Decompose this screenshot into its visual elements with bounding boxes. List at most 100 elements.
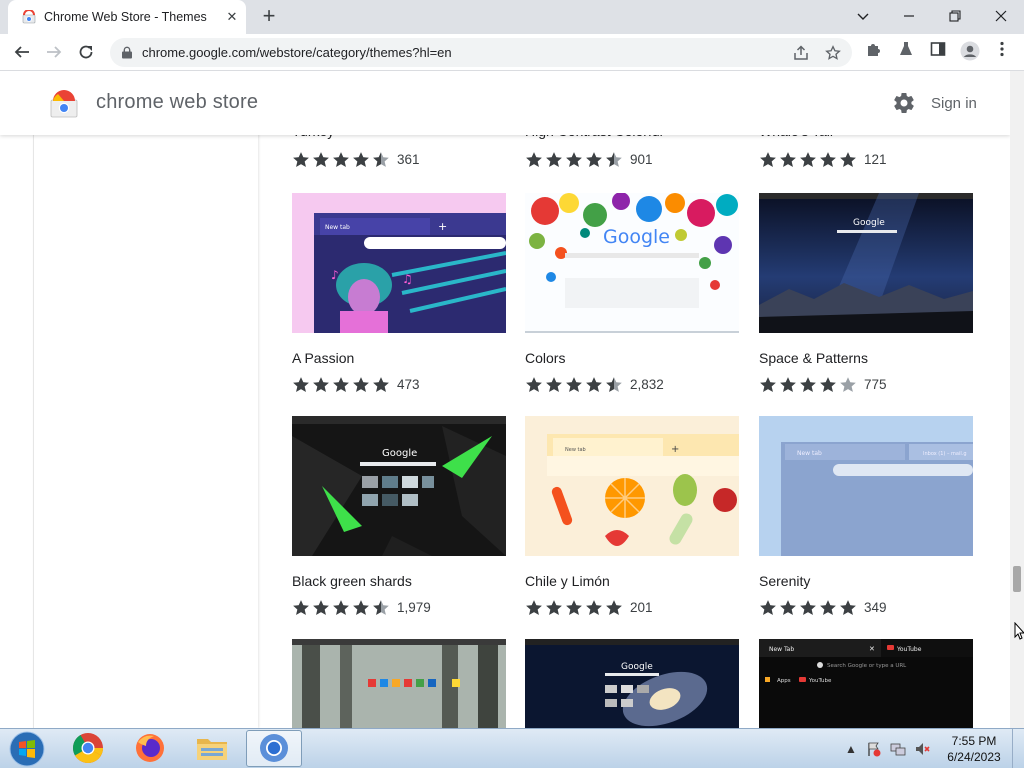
theme-name[interactable]: Colors [525,350,565,366]
close-icon[interactable] [986,4,1016,28]
theme-name[interactable]: Chile y Limón [525,573,610,589]
extensions-puzzle-icon[interactable] [863,41,885,63]
star-icon [526,600,542,615]
chrome-web-store-logo[interactable] [50,90,78,118]
star-icon [760,377,776,392]
forward-arrow-icon[interactable] [40,39,68,65]
profile-avatar-icon[interactable] [959,41,981,63]
gear-icon[interactable] [892,91,916,115]
star-icon [760,152,776,167]
taskbar-chrome-icon[interactable] [60,730,116,767]
show-desktop-button[interactable] [1012,729,1024,768]
theme-thumbnail-forest[interactable] [292,639,506,728]
theme-thumbnail-space-patterns[interactable]: Google [759,193,973,333]
thumb-inbox-label: Inbox (1) – mail.g [923,451,967,457]
back-arrow-icon[interactable] [8,39,36,65]
star-icon [800,600,816,615]
star-icon [800,152,816,167]
star-icon [566,600,582,615]
thumb-youtube-label: YouTube [808,678,832,684]
lab-flask-icon[interactable] [895,41,917,63]
star-rating [759,376,859,394]
side-panel-icon[interactable] [927,41,949,63]
rating-stars-svg [760,377,856,392]
star-icon [353,152,369,167]
themes-grid: Turkey 361 High Contrast Colorful 901 Wh… [0,71,1010,728]
rating-stars-svg [760,152,856,167]
address-bar[interactable]: chrome.google.com/webstore/category/them… [110,38,852,67]
star-icon [353,377,369,392]
thumb-google-logo: Google [603,226,670,248]
scrollbar-thumb[interactable] [1013,566,1021,592]
star-icon [333,377,349,392]
theme-thumbnail-black-green-shards[interactable]: Google [292,416,506,556]
star-icon [566,152,582,167]
webstore-title[interactable]: chrome web store [96,91,258,114]
webstore-header: chrome web store Sign in [0,71,1010,135]
bookmark-star-icon[interactable] [823,43,843,63]
theme-name[interactable]: Black green shards [292,573,412,589]
star-icon [373,152,389,167]
thumb-google-logo: Google [621,662,653,672]
url-text[interactable]: chrome.google.com/webstore/category/them… [142,45,452,60]
theme-thumbnail-chile-y-limon[interactable]: New tab + [525,416,739,556]
review-count: 121 [864,152,887,167]
rating-stars-svg [293,377,389,392]
mouse-cursor-icon [1014,622,1024,640]
taskbar-file-explorer-icon[interactable] [184,730,240,767]
svg-text:♪: ♪ [331,268,339,282]
star-icon [780,600,796,615]
tab-title: Chrome Web Store - Themes [44,10,207,24]
show-hidden-icons-icon[interactable]: ▲ [843,741,859,757]
taskbar-clock-time[interactable]: 7:55 PM [944,734,1004,748]
theme-thumbnail-colors[interactable]: Google [525,193,739,333]
action-center-flag-icon[interactable] [866,741,882,757]
reload-icon[interactable] [72,39,100,65]
review-count: 361 [397,152,420,167]
thumb-search-label: Search Google or type a URL [827,663,907,669]
thumb-youtube-label: YouTube [896,646,922,653]
new-tab-button[interactable]: + [256,5,282,29]
rating-stars-svg [760,600,856,615]
review-count: 775 [864,377,887,392]
taskbar-chromium-icon[interactable] [246,730,302,767]
theme-thumbnail-galaxy[interactable]: Google [525,639,739,728]
star-icon [546,377,562,392]
review-count: 473 [397,377,420,392]
taskbar-clock-date[interactable]: 6/24/2023 [944,750,1004,764]
sign-in-link[interactable]: Sign in [931,95,977,112]
webstore-page: Turkey 361 High Contrast Colorful 901 Wh… [0,71,1010,728]
chrome-menu-kebab-icon[interactable] [991,41,1013,63]
thumb-new-tab-label: New Tab [769,646,794,653]
theme-thumbnail-dark[interactable]: New Tab ✕ YouTube Search Google or type … [759,639,973,728]
restore-icon[interactable] [940,4,970,28]
star-icon [606,152,622,167]
star-icon [333,152,349,167]
windows-start-icon[interactable] [8,731,46,767]
volume-muted-icon[interactable] [914,741,930,757]
star-rating [759,151,859,169]
star-icon [526,377,542,392]
network-icon[interactable] [890,741,906,757]
svg-text:+: + [671,444,679,455]
tab-close-icon[interactable]: ✕ [222,7,242,27]
star-rating [525,151,625,169]
theme-name[interactable]: A Passion [292,350,354,366]
star-icon [780,152,796,167]
share-icon[interactable] [791,43,811,63]
star-icon [820,600,836,615]
theme-thumbnail-a-passion[interactable]: ♪ ♫ New tab + [292,193,506,333]
theme-name[interactable]: Serenity [759,573,810,589]
star-icon [293,152,309,167]
theme-thumbnail-serenity[interactable]: New tab Inbox (1) – mail.g [759,416,973,556]
minimize-icon[interactable] [894,4,924,28]
lock-icon[interactable] [121,46,133,59]
taskbar-firefox-icon[interactable] [122,730,178,767]
browser-toolbar: chrome.google.com/webstore/category/them… [0,34,1024,71]
theme-name[interactable]: Space & Patterns [759,350,868,366]
review-count: 1,979 [397,600,431,615]
star-icon [760,600,776,615]
star-rating [759,599,859,617]
chevron-down-icon[interactable] [848,4,878,28]
browser-tab-active[interactable]: Chrome Web Store - Themes ✕ [8,0,246,34]
